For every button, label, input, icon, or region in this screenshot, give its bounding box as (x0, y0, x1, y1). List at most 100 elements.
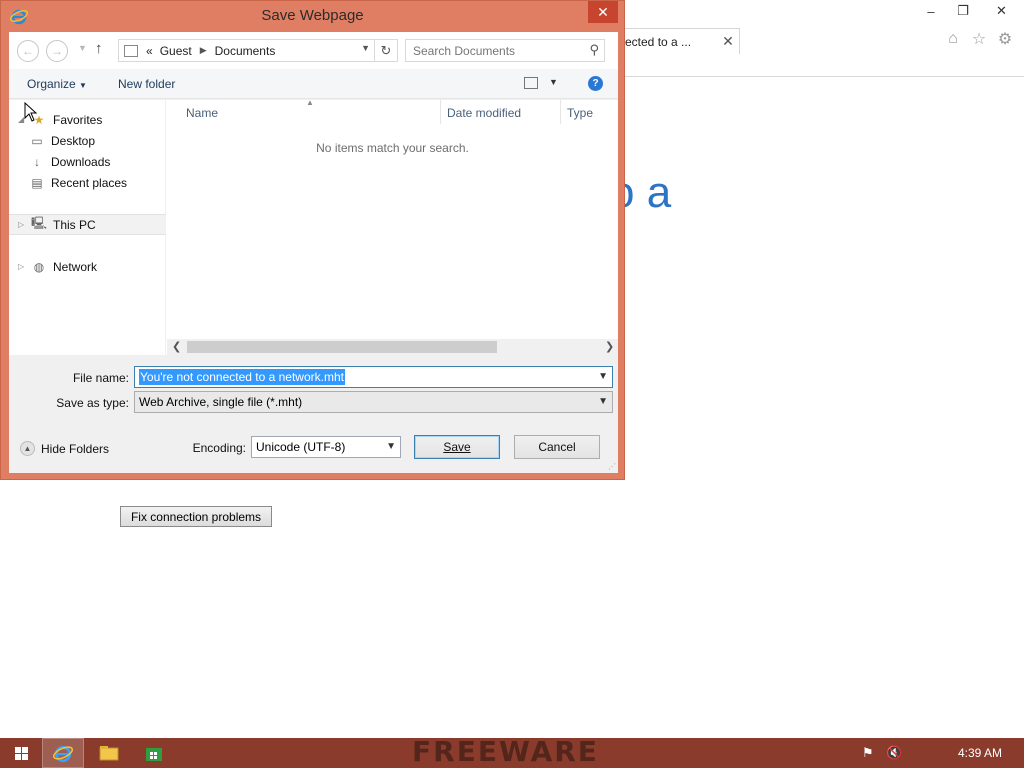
expand-icon[interactable]: ▷ (18, 220, 28, 229)
encoding-label: Encoding: (192, 441, 246, 455)
column-header-date-modified[interactable]: Date modified (447, 106, 521, 120)
chevron-right-icon[interactable]: ▶ (200, 45, 207, 56)
home-icon[interactable]: ⌂ (942, 28, 964, 50)
refresh-icon[interactable]: ↻ (374, 40, 397, 61)
tab-title: ected to a ... (625, 34, 692, 49)
system-clock[interactable]: 4:39 AM (958, 746, 1002, 760)
taskbar: FREEWARE ⚑ 🔇 4:39 AM (0, 735, 1024, 768)
breadcrumb-guest[interactable]: Guest (160, 44, 192, 58)
save-as-type-select[interactable]: Web Archive, single file (*.mht) ▼ (134, 391, 613, 413)
horizontal-scrollbar[interactable]: ❮ ❯ (167, 339, 618, 355)
nav-item-network[interactable]: ▷ ◍ Network (9, 256, 166, 277)
folder-icon (99, 746, 119, 761)
dialog-title-bar[interactable]: Save Webpage ✕ (1, 1, 624, 33)
search-icon[interactable]: ⚲ (589, 42, 599, 58)
organize-label: Organize (27, 77, 76, 91)
view-dropdown-icon[interactable]: ▼ (549, 77, 558, 87)
chevron-down-icon[interactable]: ▼ (598, 396, 608, 407)
resize-grip-icon[interactable]: ⋰ (608, 462, 616, 471)
up-arrow-icon[interactable]: ↑ (95, 40, 103, 57)
empty-message: No items match your search. (316, 141, 469, 155)
file-name-value: You're not connected to a network.mht (139, 369, 345, 385)
encoding-value: Unicode (UTF-8) (256, 440, 346, 454)
save-label: Save (443, 440, 471, 454)
fix-connection-button[interactable]: Fix connection problems (120, 506, 272, 527)
nav-item-recent-places[interactable]: ▤ Recent places (9, 172, 166, 193)
close-button[interactable]: ✕ (979, 0, 1024, 22)
restore-button[interactable]: ❐ (947, 0, 979, 22)
gear-icon[interactable]: ⚙ (994, 28, 1016, 50)
address-dropdown-icon[interactable]: ▼ (361, 43, 370, 53)
scroll-right-icon[interactable]: ❯ (605, 340, 614, 353)
taskbar-internet-explorer[interactable] (42, 738, 84, 768)
nav-item-desktop[interactable]: ▭ Desktop (9, 130, 166, 151)
hide-folders-button[interactable]: ▲ Hide Folders (20, 441, 109, 456)
windows-logo-icon (14, 746, 28, 760)
save-as-type-label: Save as type: (56, 396, 129, 410)
volume-muted-icon[interactable]: 🔇 (886, 745, 902, 761)
network-globe-icon: ◍ (33, 259, 45, 274)
column-separator[interactable] (560, 100, 561, 124)
organize-menu[interactable]: Organize ▼ (27, 77, 87, 91)
nav-item-this-pc[interactable]: ▷ 🖳 This PC (9, 214, 166, 235)
address-bar[interactable]: « Guest ▶ Documents ▼ ↻ (118, 39, 398, 62)
forward-button[interactable]: → (46, 40, 68, 62)
chevron-up-icon: ▲ (20, 441, 35, 456)
scroll-left-icon[interactable]: ❮ (172, 340, 181, 353)
location-icon (124, 44, 138, 57)
column-header-name[interactable]: Name (186, 106, 218, 120)
nav-label-desktop: Desktop (51, 133, 96, 148)
sort-up-icon: ▲ (306, 98, 314, 107)
breadcrumb-documents[interactable]: Documents (215, 44, 276, 58)
search-placeholder: Search Documents (413, 43, 516, 58)
hide-folders-label: Hide Folders (41, 441, 110, 456)
nav-label-downloads: Downloads (51, 154, 111, 169)
chevron-down-icon: ▼ (79, 81, 87, 90)
command-bar: Organize ▼ New folder ▼ ? (9, 69, 618, 99)
search-input[interactable]: Search Documents ⚲ (405, 39, 605, 62)
file-list: ▲ Name Date modified Type No items match… (167, 98, 618, 355)
internet-explorer-icon (53, 746, 73, 763)
navigation-pane: ◢ ★ Favorites ▭ Desktop ↓ Downloads ▤ Re… (9, 100, 166, 355)
file-name-label: File name: (72, 371, 129, 385)
action-center-flag-icon[interactable]: ⚑ (862, 745, 874, 761)
save-button[interactable]: Save (414, 435, 500, 459)
watermark-text: FREEWARE (412, 735, 599, 768)
nav-label-favorites: Favorites (53, 112, 103, 127)
column-separator[interactable] (440, 100, 441, 124)
minimize-button[interactable]: – (915, 0, 947, 22)
dialog-title: Save Webpage (261, 7, 364, 24)
store-icon (146, 748, 162, 761)
view-options-icon[interactable] (524, 77, 538, 89)
file-name-field[interactable]: You're not connected to a network.mht ▼ (134, 366, 613, 388)
recent-locations-dropdown-icon[interactable]: ▼ (78, 43, 87, 53)
help-icon[interactable]: ? (588, 76, 603, 91)
scrollbar-thumb[interactable] (187, 341, 497, 353)
breadcrumb-overflow[interactable]: « (146, 44, 153, 58)
computer-icon: 🖳 (31, 216, 48, 230)
new-folder-button[interactable]: New folder (118, 77, 175, 91)
taskbar-file-explorer[interactable] (88, 738, 130, 768)
save-form: File name: You're not connected to a net… (9, 355, 618, 473)
save-as-type-value: Web Archive, single file (*.mht) (139, 395, 303, 409)
save-webpage-dialog: Save Webpage ✕ ← → ▼ ↑ « Guest ▶ Documen… (0, 0, 625, 480)
recent-places-icon: ▤ (31, 175, 43, 190)
start-button[interactable] (0, 738, 42, 768)
dialog-close-button[interactable]: ✕ (588, 1, 618, 23)
back-arrow-icon: ← (22, 44, 34, 58)
taskbar-store[interactable] (133, 738, 175, 768)
tab-close-icon[interactable]: ✕ (717, 33, 739, 50)
encoding-select[interactable]: Unicode (UTF-8) ▼ (251, 436, 401, 458)
nav-item-downloads[interactable]: ↓ Downloads (9, 151, 166, 172)
navigation-bar: ← → ▼ ↑ « Guest ▶ Documents ▼ ↻ Search D… (9, 32, 618, 69)
star-icon[interactable]: ☆ (968, 28, 990, 50)
browser-tab[interactable]: ected to a ... ✕ (612, 28, 740, 54)
chevron-down-icon[interactable]: ▼ (386, 441, 396, 452)
chevron-down-icon[interactable]: ▼ (598, 371, 608, 382)
expand-icon[interactable]: ▷ (18, 262, 28, 271)
column-header-type[interactable]: Type (567, 106, 593, 120)
cancel-button[interactable]: Cancel (514, 435, 600, 459)
browser-toolbar: ⌂ ☆ ⚙ (942, 28, 1016, 50)
back-button[interactable]: ← (17, 40, 39, 62)
nav-label-recent-places: Recent places (51, 175, 128, 190)
